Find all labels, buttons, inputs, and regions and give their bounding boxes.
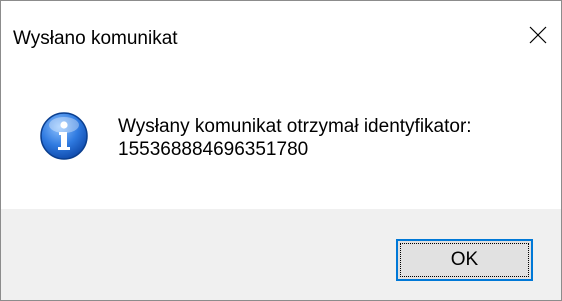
ok-button-label: OK <box>450 249 479 270</box>
message-line-1: Wysłany komunikat otrzymał identyfikator… <box>118 116 472 137</box>
message-dialog: Wysłano komunikat Wysłany komunikat otrz… <box>0 0 562 301</box>
dialog-content: Wysłany komunikat otrzymał identyfikator… <box>1 67 561 209</box>
message-identifier: 155368884696351780 <box>118 139 309 160</box>
window-title: Wysłano komunikat <box>13 28 178 49</box>
close-icon <box>529 26 547 44</box>
title-bar: Wysłano komunikat <box>1 1 561 67</box>
button-bar: OK <box>1 209 561 300</box>
close-button[interactable] <box>515 15 561 55</box>
info-icon <box>40 112 88 160</box>
message-text: Wysłany komunikat otrzymał identyfikator… <box>118 115 472 161</box>
ok-button[interactable]: OK <box>396 239 533 281</box>
